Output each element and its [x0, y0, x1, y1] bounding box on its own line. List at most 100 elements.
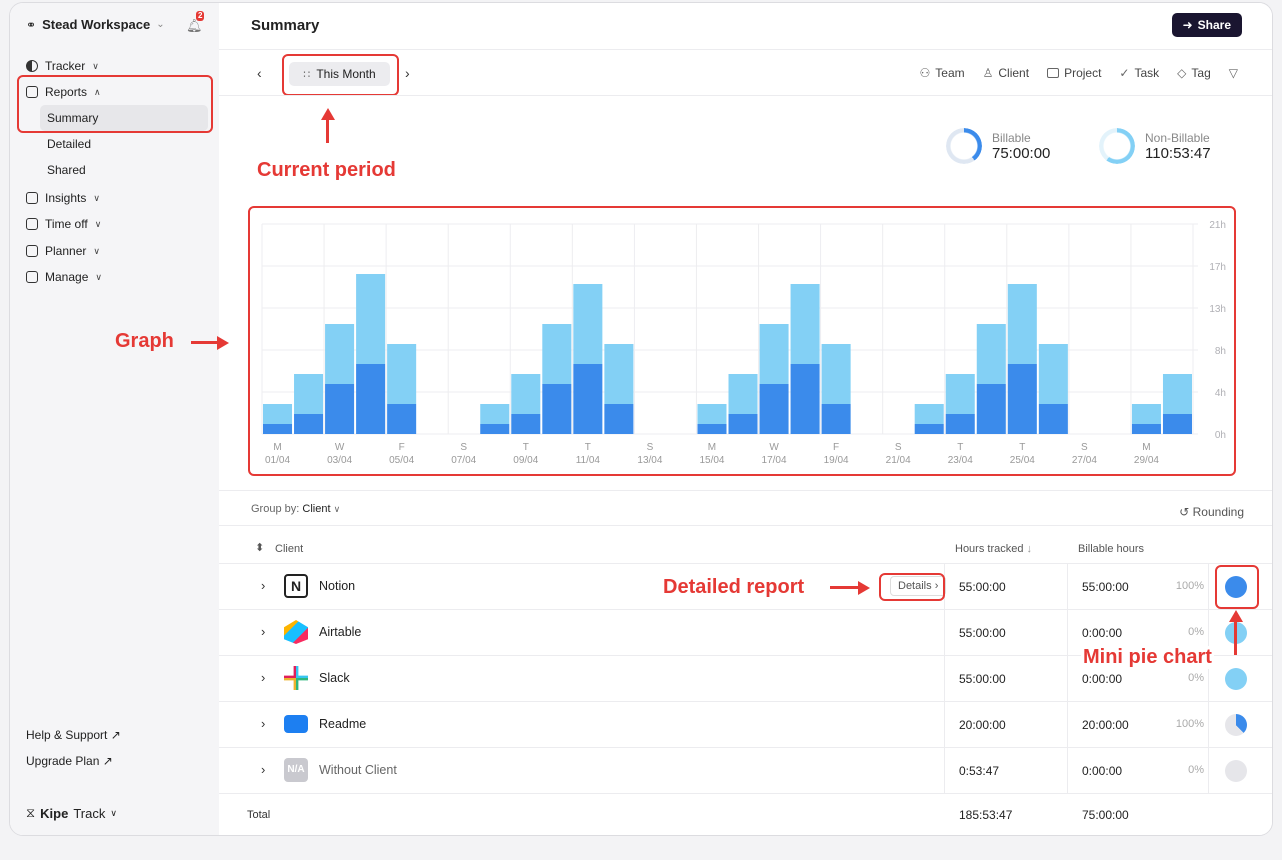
help-support-link[interactable]: Help & Support ↗: [26, 728, 121, 742]
chevron-right-icon[interactable]: ›: [261, 624, 265, 639]
column-header-client[interactable]: Client: [275, 543, 303, 555]
sidebar-item-label: Tracker: [45, 59, 86, 73]
annotation-arrow: [830, 586, 860, 589]
chevron-right-icon[interactable]: ›: [261, 670, 265, 685]
chevron-down-icon: ⌄: [156, 19, 165, 30]
chevron-down-icon: ∨: [92, 60, 99, 71]
upgrade-plan-link[interactable]: Upgrade Plan ↗: [26, 754, 113, 768]
add-filter-button[interactable]: ▽: [1229, 66, 1238, 80]
tracker-icon: [26, 60, 38, 72]
filter-add-icon: ▽: [1228, 66, 1238, 80]
workspace-name: Stead Workspace: [42, 17, 151, 32]
client-name: Notion: [319, 579, 356, 593]
main-content: Summary ➜ Share ‹ ∷ This Month › ⚇ Team ♙…: [219, 3, 1272, 835]
annotation-arrowhead: [217, 336, 229, 350]
sidebar-item-label: Planner: [45, 244, 87, 258]
hours-tracked: 55:00:00: [959, 626, 1006, 640]
sidebar-item-shared[interactable]: Shared: [40, 157, 208, 183]
sort-toggle-icon[interactable]: ⬍: [255, 541, 264, 554]
mini-pie-chart[interactable]: [1225, 760, 1247, 782]
tag-icon: ◇: [1177, 66, 1187, 80]
annotation-reports-highlight: [17, 75, 213, 133]
share-icon: ➜: [1182, 18, 1193, 32]
sidebar-item-label: Time off: [45, 217, 88, 231]
divider: [219, 793, 1272, 794]
billable-ring: [946, 128, 982, 164]
group-by-label: Group by:: [251, 503, 300, 515]
divider: [219, 49, 1272, 50]
no-client-logo-icon: N/A: [284, 758, 308, 782]
annotation-arrowhead: [321, 108, 335, 120]
billable-value: 75:00:00: [992, 144, 1051, 162]
next-period-button[interactable]: ›: [405, 65, 410, 81]
annotation-graph-highlight: [248, 206, 1236, 476]
filter-label: Tag: [1191, 66, 1211, 80]
nonbillable-label: Non-Billable: [1145, 130, 1210, 145]
workspace-switcher[interactable]: ⚭ Stead Workspace ⌄: [26, 17, 165, 32]
chevron-right-icon[interactable]: ›: [261, 578, 265, 593]
table-row[interactable]: › N/A Without Client 0:53:47 0:00:00 0%: [219, 747, 1272, 793]
mini-pie-chart[interactable]: [1225, 714, 1247, 736]
billable-hours: 55:00:00: [1082, 580, 1129, 594]
annotation-arrow: [191, 341, 219, 344]
column-header-hours[interactable]: Hours tracked ↓: [955, 543, 1032, 555]
sidebar-item-label: Insights: [45, 191, 87, 205]
total-billable: 75:00:00: [1082, 808, 1129, 822]
filter-tag[interactable]: ◇ Tag: [1177, 66, 1211, 80]
client-name: Airtable: [319, 625, 362, 639]
sidebar-item-manage[interactable]: Manage ∨: [26, 266, 102, 288]
readme-logo-icon: [284, 715, 308, 733]
filter-bar: ⚇ Team ♙ Client Project ✓ Task ◇ Tag ▽: [920, 66, 1239, 80]
notifications-button[interactable]: 🔔︎ 2: [186, 11, 205, 33]
filter-client[interactable]: ♙ Client: [983, 66, 1029, 80]
divider: [219, 490, 1272, 491]
sidebar-item-insights[interactable]: Insights ∨: [26, 187, 100, 209]
previous-period-button[interactable]: ‹: [257, 65, 262, 81]
filter-task[interactable]: ✓ Task: [1119, 66, 1159, 80]
hours-tracked: 55:00:00: [959, 580, 1006, 594]
chevron-right-icon[interactable]: ›: [261, 716, 265, 731]
airtable-logo-icon: [284, 620, 308, 644]
share-button[interactable]: ➜ Share: [1171, 13, 1242, 37]
column-header-billable[interactable]: Billable hours: [1078, 543, 1144, 555]
filter-project[interactable]: Project: [1047, 66, 1101, 80]
annotation-graph: Graph: [115, 330, 174, 352]
chevron-right-icon[interactable]: ›: [261, 762, 265, 777]
slack-logo-icon: [284, 666, 308, 690]
app-window: ⚭ Stead Workspace ⌄ 🔔︎ 2 Tracker ∨ Repor…: [9, 2, 1273, 836]
filter-team[interactable]: ⚇ Team: [920, 66, 965, 80]
filter-label: Task: [1134, 66, 1160, 80]
product-switcher[interactable]: ⧖ Kipe Track ∨: [26, 805, 117, 821]
sidebar-item-label: Manage: [45, 270, 89, 284]
billable-stat: Billable 75:00:00: [946, 128, 1050, 164]
sidebar-item-planner[interactable]: Planner ∨: [26, 240, 100, 262]
billable-label: Billable: [992, 130, 1031, 145]
total-hours: 185:53:47: [959, 808, 1013, 822]
notification-badge: 2: [196, 11, 205, 21]
page-title: Summary: [251, 17, 320, 34]
hours-tracked: 55:00:00: [959, 672, 1006, 686]
rounding-label: Rounding: [1192, 505, 1244, 519]
sidebar-item-detailed[interactable]: Detailed: [40, 131, 208, 157]
brand-suffix: Track: [73, 805, 106, 821]
time-off-icon: [26, 218, 38, 230]
group-by-value: Client: [302, 503, 331, 515]
chevron-down-icon: ∨: [94, 218, 102, 229]
chevron-down-icon: ∨: [333, 504, 341, 514]
rounding-button[interactable]: ↺ Rounding: [1179, 505, 1244, 519]
mini-pie-chart[interactable]: [1225, 668, 1247, 690]
chevron-down-icon: ∨: [95, 271, 102, 282]
annotation-arrowhead: [1229, 610, 1243, 622]
kipe-logo-icon: ⧖: [26, 805, 36, 820]
sidebar-item-tracker[interactable]: Tracker ∨: [26, 55, 99, 77]
notion-logo-icon: N: [284, 574, 308, 598]
table-row[interactable]: › Readme 20:00:00 20:00:00 100%: [219, 701, 1272, 747]
annotation-mini-pie: Mini pie chart: [1081, 646, 1214, 669]
sidebar-item-time-off[interactable]: Time off ∨: [26, 213, 101, 235]
group-by-selector[interactable]: Group by: Client ∨: [251, 503, 340, 515]
nonbillable-value: 110:53:47: [1145, 144, 1211, 162]
billable-percent: 0%: [1188, 672, 1204, 684]
manage-icon: [26, 271, 38, 283]
column-divider: [1067, 563, 1068, 793]
filter-label: Client: [998, 66, 1030, 80]
